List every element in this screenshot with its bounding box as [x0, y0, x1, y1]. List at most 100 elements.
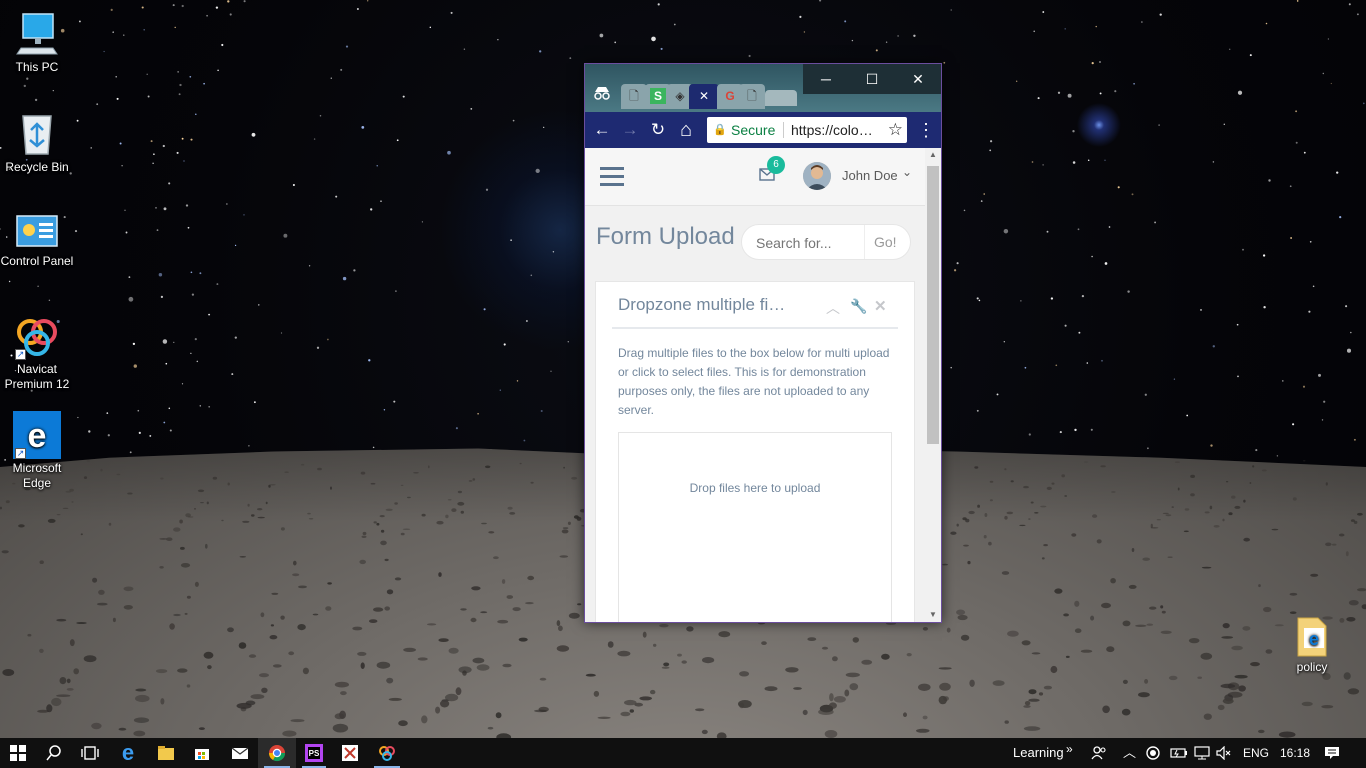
user-name[interactable]: John Doe — [842, 168, 898, 183]
moon-rock — [242, 520, 250, 523]
minimize-button[interactable]: ─ — [803, 64, 849, 94]
moon-rock — [1348, 600, 1359, 606]
record-icon[interactable] — [1146, 738, 1160, 768]
people-icon[interactable] — [1091, 738, 1107, 768]
clock[interactable]: 16:18 — [1280, 738, 1310, 768]
dropzone[interactable]: Drop files here to upload — [618, 432, 892, 622]
tab-page-2[interactable]: 🗋 — [739, 84, 765, 109]
close-tab-icon[interactable]: ✕ — [699, 89, 709, 103]
star — [1336, 171, 1339, 174]
moon-rock — [974, 466, 979, 469]
address-bar[interactable]: 🔒 Secure https://colo… ☆ — [707, 117, 907, 143]
reload-button[interactable]: ↻ — [645, 112, 671, 148]
moon-rock — [1102, 705, 1110, 714]
moon-rock — [938, 667, 952, 670]
scroll-down-icon[interactable]: ▼ — [929, 610, 937, 619]
star — [950, 9, 952, 11]
toolbar-chevron-icon[interactable]: » — [1066, 734, 1073, 764]
moon-rock — [271, 592, 279, 595]
battery-icon[interactable] — [1170, 738, 1188, 768]
desktop-icon-policy[interactable]: e policy — [1275, 616, 1349, 675]
moon-rock — [534, 709, 548, 713]
moon-rock — [370, 482, 376, 485]
search-go-button[interactable]: Go! — [874, 234, 897, 250]
s-logo-icon: S — [650, 88, 666, 104]
avatar[interactable] — [803, 162, 831, 190]
star — [1055, 364, 1058, 367]
star — [1154, 221, 1157, 224]
back-button[interactable]: ← — [589, 112, 615, 148]
tab-active[interactable]: ✕ — [689, 84, 719, 109]
scroll-thumb[interactable] — [927, 166, 939, 444]
star — [1349, 331, 1352, 334]
edge-icon[interactable]: e — [110, 738, 146, 768]
close-icon[interactable]: ✕ — [874, 297, 887, 315]
desktop-icon-microsoft-edge[interactable]: e ↗ Microsoft Edge — [0, 411, 74, 491]
star — [353, 269, 356, 272]
home-button[interactable]: ⌂ — [673, 112, 699, 148]
close-button[interactable]: ✕ — [895, 64, 941, 94]
chevron-down-icon[interactable]: ⌄ — [902, 165, 912, 179]
moon-rock — [272, 664, 282, 668]
show-hidden-icons-chevron[interactable]: ︿ — [1123, 738, 1136, 768]
search-group: Go! — [741, 224, 911, 260]
learning-toolbar-label[interactable]: Learning — [1013, 738, 1064, 768]
moon-rock — [833, 696, 846, 703]
file-explorer-icon[interactable] — [148, 738, 184, 768]
moon-rock — [597, 716, 611, 719]
star — [153, 153, 155, 156]
moon-rock — [916, 728, 930, 733]
collapse-icon[interactable]: ︿ — [826, 298, 840, 318]
moon-rock — [1090, 615, 1095, 621]
moon-rock — [1156, 519, 1161, 521]
chrome-menu-button[interactable]: ⋮ — [913, 112, 939, 148]
url-text[interactable]: https://colo… — [791, 117, 873, 143]
page-scrollbar[interactable]: ▲ ▼ — [925, 148, 941, 622]
phpstorm-icon[interactable]: PS — [296, 738, 332, 768]
moon-rock — [155, 669, 168, 674]
star — [1144, 393, 1147, 396]
moon-rock — [203, 651, 214, 659]
mail-icon[interactable] — [222, 738, 258, 768]
moon-rock — [1004, 468, 1007, 471]
start-icon[interactable] — [0, 738, 36, 768]
moon-rock — [1110, 578, 1116, 584]
chrome-icon[interactable] — [258, 738, 296, 768]
wrench-icon[interactable]: 🔧 — [850, 298, 867, 315]
search-icon[interactable] — [36, 738, 72, 768]
moon-rock — [568, 612, 580, 619]
network-icon[interactable] — [1194, 738, 1210, 768]
moon-rock — [1234, 674, 1248, 679]
maximize-button[interactable]: ☐ — [849, 64, 895, 94]
star — [199, 405, 202, 407]
desktop-icon-this-pc[interactable]: This PC — [0, 10, 74, 75]
moon-rock — [108, 522, 112, 526]
scroll-up-icon[interactable]: ▲ — [929, 150, 937, 159]
moon-rock — [642, 631, 647, 638]
shortcut-arrow-icon: ↗ — [15, 448, 26, 459]
store-icon[interactable] — [184, 738, 220, 768]
search-input[interactable] — [756, 233, 860, 253]
navicat-icon[interactable] — [368, 738, 406, 768]
moon-rock — [373, 607, 384, 612]
action-center-icon[interactable] — [1324, 738, 1340, 768]
star — [147, 95, 150, 98]
star — [1072, 130, 1075, 133]
moon-rock — [989, 480, 994, 483]
hamburger-icon[interactable] — [600, 166, 624, 191]
forward-button[interactable]: → — [617, 112, 643, 148]
star — [402, 95, 405, 98]
moon-rock — [1217, 704, 1225, 711]
star — [525, 320, 528, 322]
bookmark-star-icon[interactable]: ☆ — [888, 117, 903, 143]
task-view-icon[interactable] — [72, 738, 108, 768]
input-language[interactable]: ENG — [1243, 738, 1269, 768]
tab-page[interactable]: 🗋 — [621, 84, 647, 109]
moon-rock — [1038, 692, 1044, 696]
desktop-icon-control-panel[interactable]: Control Panel — [0, 212, 74, 269]
snipping-tool-icon[interactable] — [332, 738, 368, 768]
new-tab-button[interactable] — [765, 90, 797, 106]
volume-muted-icon[interactable] — [1216, 738, 1232, 768]
desktop-icon-recycle-bin[interactable]: Recycle Bin — [0, 110, 74, 175]
desktop-icon-navicat[interactable]: ↗ Navicat Premium 12 — [0, 312, 74, 392]
